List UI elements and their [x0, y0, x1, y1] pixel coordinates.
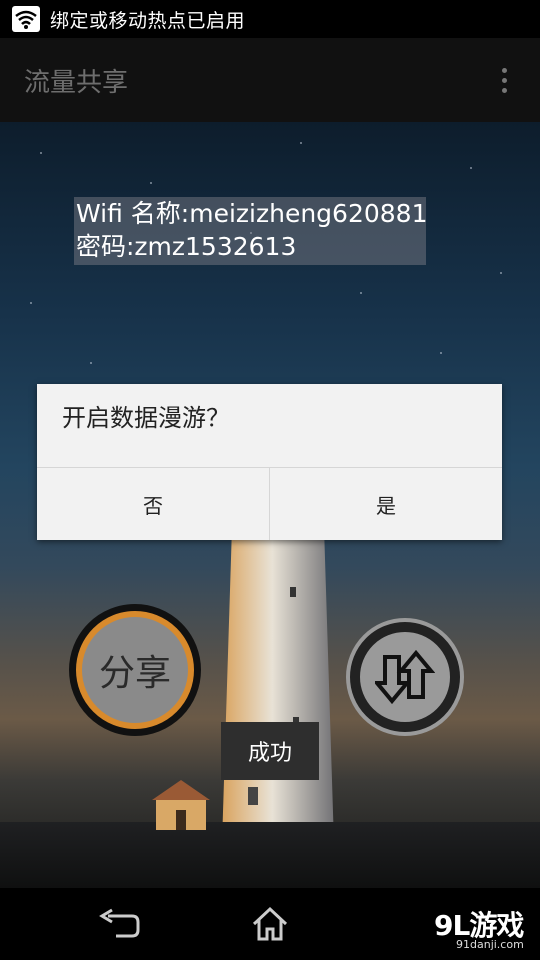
status-notification-text: 绑定或移动热点已启用 [50, 9, 246, 32]
toast-message: 成功 [221, 722, 319, 780]
wifi-name-text: Wifi 名称:meizizheng620881 [76, 199, 428, 228]
house-image [152, 780, 210, 830]
more-vertical-icon[interactable] [492, 60, 516, 100]
no-button[interactable]: 否 [37, 468, 269, 540]
app-title: 流量共享 [24, 67, 129, 98]
yes-button[interactable]: 是 [270, 468, 502, 540]
navigation-bar: 9L游戏 91danji.com [0, 888, 540, 960]
home-icon[interactable] [250, 904, 290, 944]
screen: 绑定或移动热点已启用 流量共享 Wifi 名称:meizizheng620881… [0, 0, 540, 960]
ground-silhouette [0, 822, 540, 888]
wifi-credentials: Wifi 名称:meizizheng620881 密码:zmz1532613 [74, 197, 428, 265]
wifi-hotspot-icon [12, 6, 40, 32]
status-bar: 绑定或移动热点已启用 [0, 0, 540, 38]
up-down-arrows-icon [375, 649, 435, 705]
data-roaming-dialog: 开启数据漫游？ 否 是 [37, 384, 502, 540]
data-transfer-button[interactable] [346, 618, 464, 736]
share-button-label: 分享 [82, 617, 188, 723]
dialog-message: 开启数据漫游？ [62, 404, 230, 432]
wifi-password-text: 密码:zmz1532613 [76, 232, 297, 261]
back-icon[interactable] [98, 908, 142, 940]
watermark-url: 91danji.com [456, 938, 524, 951]
action-bar: 流量共享 [0, 38, 540, 122]
share-button[interactable]: 分享 [69, 604, 201, 736]
